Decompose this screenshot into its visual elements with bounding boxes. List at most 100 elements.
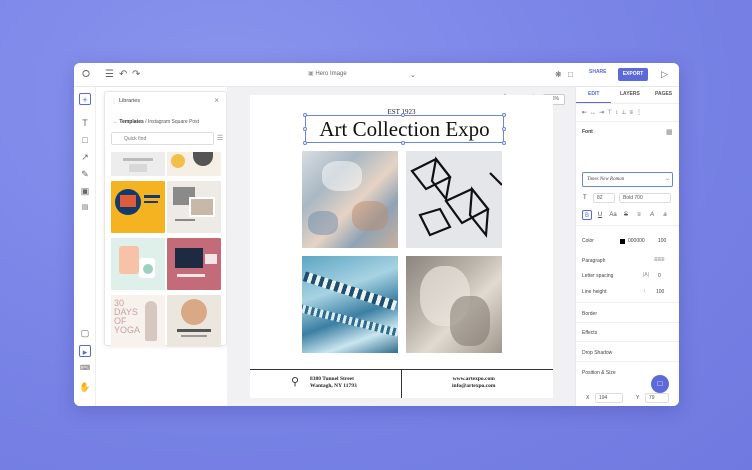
libraries-panel: ⋮⋮ Libraries × ← Templates / Instagram S… bbox=[104, 91, 227, 347]
divider bbox=[576, 322, 679, 323]
alignment-toolbar[interactable]: ⇤↔⇥⊤↕⊥≡⋮ bbox=[582, 109, 645, 116]
font-weight-select[interactable]: Bold 700 bbox=[619, 193, 671, 203]
pen-tool-icon[interactable]: ✎ bbox=[79, 168, 91, 180]
resize-handle[interactable] bbox=[401, 113, 405, 117]
grid-icon[interactable]: ▦ bbox=[666, 128, 673, 136]
tab-pages[interactable]: PAGES bbox=[655, 91, 672, 97]
resize-handle[interactable] bbox=[303, 127, 307, 131]
tab-layers[interactable]: LAYERS bbox=[620, 91, 640, 97]
text-tool-icon[interactable]: T bbox=[79, 117, 91, 129]
font-family-select[interactable]: Times New Roman bbox=[582, 172, 673, 187]
template-thumbnail[interactable] bbox=[167, 181, 221, 233]
paragraph-align-icons[interactable]: ≡≡≡ bbox=[654, 257, 665, 263]
wire-cubes-photo[interactable] bbox=[406, 151, 502, 248]
template-thumbnail[interactable]: 30 DAYS OF YOGA bbox=[111, 295, 165, 347]
bold-button[interactable]: B bbox=[582, 210, 592, 220]
font-size-input[interactable]: 82 bbox=[593, 193, 615, 203]
comment-icon[interactable]: □ bbox=[568, 69, 573, 81]
divider bbox=[576, 121, 679, 122]
filter-icon[interactable]: ☰ bbox=[217, 134, 223, 142]
border-section[interactable]: Border bbox=[582, 311, 597, 317]
resize-handle[interactable] bbox=[502, 113, 506, 117]
template-thumbnail[interactable] bbox=[111, 181, 165, 233]
back-arrow-icon[interactable]: ← bbox=[113, 119, 118, 125]
superscript-button[interactable]: a bbox=[660, 210, 670, 220]
play-icon[interactable]: ▷ bbox=[661, 69, 668, 80]
location-pin-icon: ⚲ bbox=[291, 376, 300, 388]
export-button[interactable]: EXPORT bbox=[618, 68, 648, 81]
wire-cubes-graphic bbox=[410, 156, 502, 238]
close-icon[interactable]: × bbox=[214, 96, 219, 105]
divider bbox=[576, 361, 679, 362]
template-thumbnail[interactable] bbox=[167, 238, 221, 290]
line-tool-icon[interactable]: ↗ bbox=[79, 151, 91, 163]
share-button[interactable]: SHARE bbox=[589, 69, 607, 75]
opacity-value[interactable]: 100 bbox=[658, 238, 666, 244]
font-section-title: Font bbox=[582, 129, 593, 135]
letter-spacing-icon: |A| bbox=[643, 272, 649, 278]
y-label: Y bbox=[636, 395, 640, 401]
color-hex-value[interactable]: 000000 bbox=[628, 238, 645, 244]
letter-spacing-value[interactable]: 0 bbox=[658, 273, 661, 279]
redo-icon[interactable]: ↷ bbox=[132, 69, 140, 81]
line-height-value[interactable]: 100 bbox=[656, 289, 664, 295]
undo-icon[interactable]: ↶ bbox=[119, 69, 127, 81]
position-size-section[interactable]: Position & Size bbox=[582, 370, 616, 376]
address-text[interactable]: 8380 Tunnel Street Wantagh, NY 11793 bbox=[310, 376, 357, 390]
line-height-label: Line height bbox=[582, 289, 607, 295]
artboard[interactable]: EST 1923 Art Collection Expo ⚲ 8380 Tunn… bbox=[250, 95, 553, 398]
mosaic-photo[interactable] bbox=[302, 256, 398, 353]
video-tool-icon[interactable]: ▤ bbox=[79, 202, 91, 214]
underline-button[interactable]: U bbox=[595, 210, 605, 220]
breadcrumb-templates[interactable]: Templates bbox=[119, 119, 143, 125]
resize-handle[interactable] bbox=[502, 141, 506, 145]
breadcrumb: ← Templates / Instagram Square Post bbox=[113, 119, 200, 125]
template-thumbnail[interactable] bbox=[111, 238, 165, 290]
keyboard-icon[interactable]: ⌨ bbox=[79, 363, 91, 375]
template-thumbnail[interactable] bbox=[167, 295, 221, 347]
letter-case-button[interactable]: ≡ bbox=[634, 210, 644, 220]
document-title[interactable]: ▣ Hero Image bbox=[308, 70, 347, 77]
x-input[interactable]: 194 bbox=[595, 393, 623, 403]
sparkle-icon[interactable]: ❋ bbox=[555, 69, 562, 81]
shape-tool-icon[interactable]: □ bbox=[79, 134, 91, 146]
chevron-down-icon[interactable]: ⌄ bbox=[410, 70, 416, 82]
color-swatch[interactable] bbox=[620, 239, 625, 244]
y-input[interactable]: 79 bbox=[645, 393, 669, 403]
search-input[interactable] bbox=[111, 132, 214, 145]
paragraph-label: Paragraph bbox=[582, 258, 606, 264]
frame-tool-icon[interactable]: ▢ bbox=[79, 327, 91, 339]
logo-icon: ⭘ bbox=[82, 69, 90, 80]
uppercase-button[interactable]: Aa bbox=[608, 210, 618, 220]
resize-handle[interactable] bbox=[401, 141, 405, 145]
effects-section[interactable]: Effects bbox=[582, 330, 597, 336]
chevron-down-icon[interactable]: ⌄ bbox=[665, 175, 670, 182]
breadcrumb-current: Instagram Square Post bbox=[147, 119, 200, 125]
top-bar: ⭘ ☰ ↶ ↷ ▣ Hero Image ⌄ ❋ □ SHARE EXPORT … bbox=[74, 63, 679, 87]
drop-shadow-section[interactable]: Drop Shadow bbox=[582, 350, 612, 356]
resize-handle[interactable] bbox=[303, 113, 307, 117]
resize-handle[interactable] bbox=[303, 141, 307, 145]
italic-button[interactable]: A bbox=[647, 210, 657, 220]
poster-title[interactable]: Art Collection Expo bbox=[305, 115, 504, 143]
properties-panel: EDIT LAYERS PAGES ⇤↔⇥⊤↕⊥≡⋮ Font ▦ Times … bbox=[575, 87, 679, 406]
cursor-tool-icon[interactable]: ▸ bbox=[79, 345, 91, 357]
resize-handle[interactable] bbox=[502, 127, 506, 131]
add-icon[interactable]: + bbox=[79, 93, 91, 105]
template-thumbnail[interactable] bbox=[167, 152, 221, 176]
sculpture-photo[interactable] bbox=[406, 256, 502, 353]
thumbnail-text: 30 DAYS OF YOGA bbox=[114, 298, 141, 335]
font-size-icon: T bbox=[583, 195, 587, 201]
image-tool-icon[interactable]: ▣ bbox=[79, 185, 91, 197]
menu-icon[interactable]: ☰ bbox=[105, 69, 114, 81]
tab-edit[interactable]: EDIT bbox=[588, 91, 599, 97]
left-toolbar: + T □ ↗ ✎ ▣ ▤ ▢ ▸ ⌨ ✋ bbox=[74, 87, 96, 406]
strikethrough-button[interactable]: S bbox=[621, 210, 631, 220]
divider bbox=[576, 103, 679, 104]
chat-button[interactable]: □ bbox=[651, 375, 669, 393]
template-thumbnail[interactable] bbox=[111, 152, 165, 176]
hand-tool-icon[interactable]: ✋ bbox=[79, 381, 91, 393]
painting-photo[interactable] bbox=[302, 151, 398, 248]
contact-text[interactable]: www.artexpo.com info@artexpo.com bbox=[452, 376, 495, 390]
divider bbox=[576, 302, 679, 303]
